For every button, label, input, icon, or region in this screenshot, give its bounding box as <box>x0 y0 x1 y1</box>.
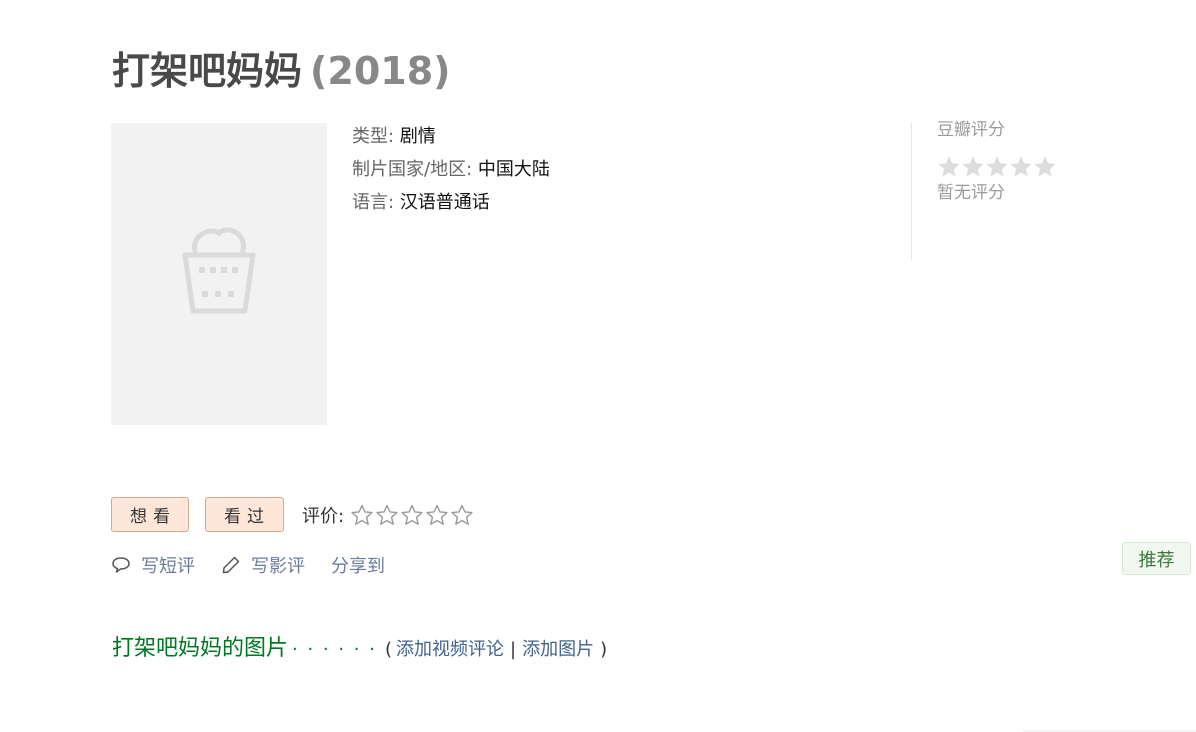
link-separator: | <box>510 639 517 660</box>
star-outline-icon[interactable] <box>425 503 449 527</box>
star-icon <box>962 156 984 177</box>
write-short-review-link[interactable]: 写短评 <box>111 552 195 578</box>
genre-row: 类型: 剧情 <box>352 120 550 153</box>
page-title: 打架吧妈妈 (2018) <box>112 44 451 98</box>
star-outline-icon[interactable] <box>350 503 374 527</box>
pictures-heading[interactable]: 打架吧妈妈的图片 <box>112 630 288 662</box>
pictures-section-header: 打架吧妈妈的图片 · · · · · · ( 添加视频评论 | 添加图片 ) <box>112 630 607 662</box>
review-label: 写影评 <box>251 556 305 577</box>
region-label: 制片国家/地区: <box>352 159 473 180</box>
interest-actions: 想看 看过 评价: <box>111 497 475 532</box>
poster-placeholder[interactable] <box>111 123 327 425</box>
pencil-icon <box>222 556 240 574</box>
region-value: 中国大陆 <box>477 159 550 180</box>
speech-bubble-icon <box>112 557 130 573</box>
user-rating-stars <box>350 503 475 527</box>
divider <box>911 123 912 260</box>
movie-info: 类型: 剧情 制片国家/地区: 中国大陆 语言: 汉语普通话 <box>352 120 550 219</box>
share-label: 分享到 <box>331 556 385 577</box>
genre-label: 类型: <box>352 126 395 147</box>
genre-value[interactable]: 剧情 <box>400 126 436 147</box>
star-icon <box>1010 156 1032 177</box>
add-video-review-link[interactable]: 添加视频评论 <box>396 635 504 661</box>
recommend-button[interactable]: 推荐 <box>1122 542 1191 575</box>
no-rating-text: 暂无评分 <box>937 183 1005 203</box>
pictures-more-link[interactable]: · · · · · · <box>292 639 377 660</box>
douban-rating: 豆瓣评分 暂无评分 <box>937 117 1057 206</box>
open-paren: ( <box>384 639 392 660</box>
star-outline-icon[interactable] <box>400 503 424 527</box>
language-row: 语言: 汉语普通话 <box>352 186 550 219</box>
star-icon <box>986 156 1008 177</box>
popcorn-icon <box>182 227 256 314</box>
rating-stars <box>937 155 1057 179</box>
star-icon <box>938 156 960 177</box>
star-outline-icon[interactable] <box>450 503 474 527</box>
write-review-link[interactable]: 写影评 <box>221 552 305 578</box>
movie-title: 打架吧妈妈 <box>112 49 303 93</box>
rate-label: 评价: <box>302 505 345 527</box>
language-value: 汉语普通话 <box>399 192 490 213</box>
want-to-watch-button[interactable]: 想看 <box>111 497 189 532</box>
star-outline-icon[interactable] <box>375 503 399 527</box>
watched-button[interactable]: 看过 <box>205 497 284 532</box>
share-link[interactable]: 分享到 <box>331 552 385 578</box>
add-picture-link[interactable]: 添加图片 <box>522 635 594 661</box>
rating-label: 豆瓣评分 <box>937 120 1005 140</box>
language-label: 语言: <box>352 192 395 213</box>
star-icon <box>1034 156 1056 177</box>
close-paren: ) <box>600 639 608 660</box>
action-links: 写短评 写影评 分享到 <box>111 552 411 578</box>
short-review-label: 写短评 <box>141 556 195 577</box>
movie-year: (2018) <box>310 49 451 93</box>
region-row: 制片国家/地区: 中国大陆 <box>352 153 550 186</box>
